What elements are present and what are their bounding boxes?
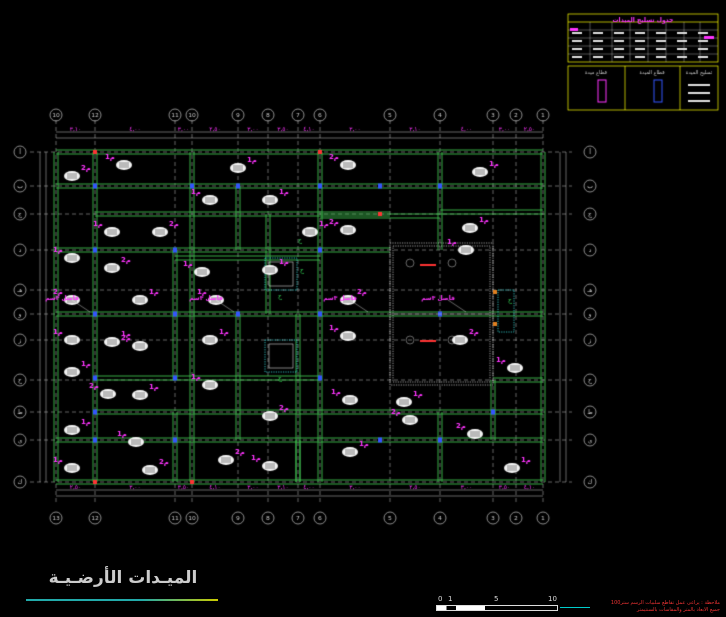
cad-drawing-canvas [0,0,726,617]
note-line-2: جميع الابعاد بالمتر والمقاسات بالسنتيمتر [636,607,720,613]
scale-bar-graphic [436,605,558,611]
note-arrow [560,607,590,608]
scale-label-5: 5 [494,595,499,603]
title-underline [26,599,218,601]
note-line-1: ملاحظة : يراعى عمل تقاطع سلبيات الرسم ست… [610,600,720,606]
scale-label-0: 0 [438,595,443,603]
drawing-note: ملاحظة : يراعى عمل تقاطع سلبيات الرسم ست… [590,600,720,614]
scale-label-1: 1 [448,595,453,603]
scale-label-10: 10 [548,595,557,603]
drawing-title: الميـدات الأرضـيـة [48,568,198,588]
scale-bar: 0 1 5 10 [436,595,560,614]
